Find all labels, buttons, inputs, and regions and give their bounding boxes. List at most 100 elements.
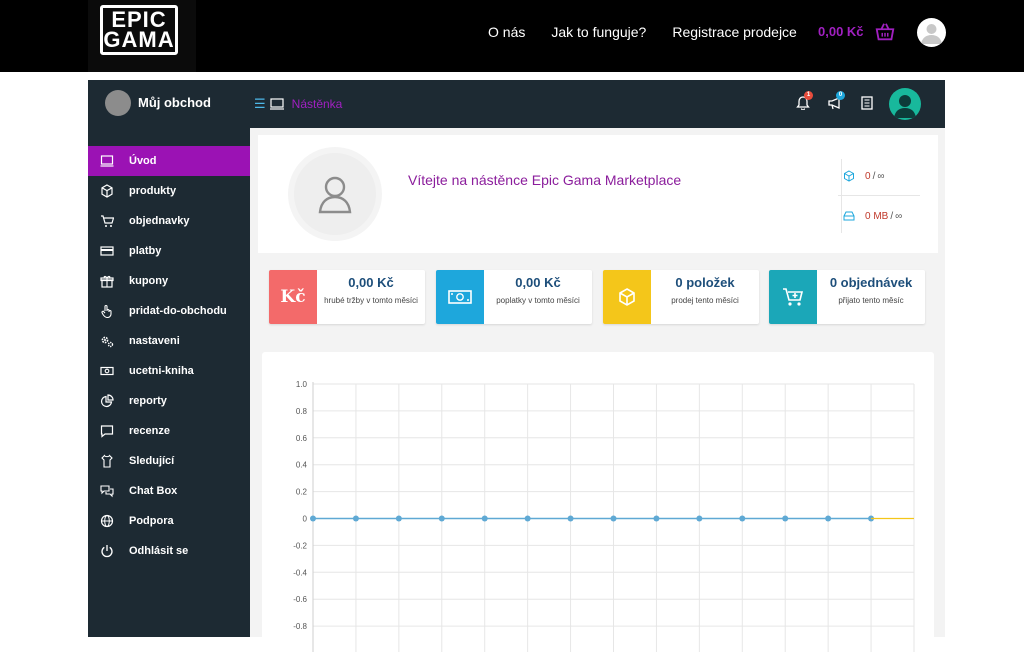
sidebar-item-chat-box[interactable]: Chat Box	[88, 476, 250, 506]
product-quota-limit: ∞	[877, 170, 885, 182]
y-tick-label: 0.2	[296, 488, 308, 497]
nav-link-vendor-registration[interactable]: Registrace prodejce	[672, 24, 797, 40]
data-point	[395, 515, 402, 522]
data-point	[825, 515, 832, 522]
sidebar-item-label: produkty	[129, 185, 177, 197]
sidebar-item-sledující[interactable]: Sledující	[88, 446, 250, 476]
card-label: poplatky v tomto měsíci	[496, 296, 580, 305]
dashboard-icon	[269, 98, 284, 110]
chat-icon	[100, 484, 114, 498]
data-point	[696, 515, 703, 522]
globe-icon	[100, 514, 114, 528]
main-content: Vítejte na nástěnce Epic Gama Marketplac…	[250, 128, 945, 652]
card-value: 0,00 Kč	[515, 275, 561, 290]
y-tick-label: 0	[303, 515, 308, 524]
sales-line-chart: 1.0 0.8 0.6 0.4 0.2 0 -0.2 -0.4 -0.6 -0.8	[293, 380, 915, 652]
cart-total[interactable]: 0,00 Kč	[818, 24, 864, 39]
sidebar-item-label: ucetni-kniha	[129, 365, 194, 377]
sidebar-item-kupony[interactable]: kupony	[88, 266, 250, 296]
sidebar-item-label: Podpora	[129, 515, 174, 527]
top-navigation: O nás Jak to funguje? Registrace prodejc…	[488, 0, 823, 64]
book-icon	[861, 96, 873, 110]
sidebar-item-podpora[interactable]: Podpora	[88, 506, 250, 536]
sidebar-item-produkty[interactable]: produkty	[88, 176, 250, 206]
nav-link-how-it-works[interactable]: Jak to funguje?	[551, 24, 646, 40]
power-icon	[100, 544, 114, 558]
breadcrumb-current: Nástěnka	[291, 97, 343, 111]
site-header: EPIC GAMA O nás Jak to funguje? Registra…	[0, 0, 1024, 72]
sidebar-item-label: objednavky	[129, 215, 190, 227]
sidebar-item-label: nastaveni	[129, 335, 180, 347]
sidebar-item-pridat-do-obchodu[interactable]: pridat-do-obchodu	[88, 296, 250, 326]
pie-chart-icon	[100, 394, 114, 408]
card-value: 0 objednávek	[829, 275, 913, 290]
site-logo[interactable]: EPIC GAMA	[88, 0, 196, 72]
user-outline-icon	[318, 176, 352, 214]
shop-logo[interactable]	[105, 90, 131, 116]
card-label: hrubé tržby v tomto měsíci	[324, 296, 418, 305]
data-point	[438, 515, 445, 522]
product-quota-used: 0	[865, 170, 871, 182]
sidebar-item-label: Úvod	[129, 155, 157, 167]
card-fees[interactable]: 0,00 Kč poplatky v tomto měsíci	[436, 270, 592, 324]
y-tick-label: 0.6	[296, 434, 308, 443]
user-silhouette-icon	[921, 24, 942, 44]
data-point	[739, 515, 746, 522]
y-tick-label: -0.6	[293, 595, 307, 604]
welcome-title: Vítejte na nástěnce Epic Gama Marketplac…	[408, 172, 682, 188]
menu-toggle-icon[interactable]: ☰	[254, 96, 266, 112]
sidebar-item-platby[interactable]: platby	[88, 236, 250, 266]
storage-quota-used: 0 MB	[865, 210, 889, 222]
logo-mark: EPIC GAMA	[100, 5, 178, 55]
shop-name[interactable]: Můj obchod	[138, 95, 211, 110]
vendor-avatar[interactable]	[889, 88, 921, 120]
cube-icon	[100, 184, 114, 198]
sidebar-item-odhlásit-se[interactable]: Odhlásit se	[88, 536, 250, 566]
quota-separator-line	[838, 195, 920, 196]
y-tick-label: 0.8	[296, 407, 308, 416]
announcements-button[interactable]: 0	[828, 91, 845, 112]
sidebar-item-recenze[interactable]: recenze	[88, 416, 250, 446]
sidebar-item-úvod[interactable]: Úvod	[88, 146, 250, 176]
sidebar-item-ucetni-kniha[interactable]: ucetni-kniha	[88, 356, 250, 386]
dashboard-header: Můj obchod ☰ Nástěnka 1 0	[88, 80, 945, 128]
user-silhouette-icon	[894, 95, 916, 118]
data-point	[610, 515, 617, 522]
sales-chart-panel: 1.0 0.8 0.6 0.4 0.2 0 -0.2 -0.4 -0.6 -0.8	[262, 352, 934, 652]
cube-icon	[844, 170, 854, 182]
vendor-dashboard: Můj obchod ☰ Nástěnka 1 0 Úvod produkty …	[88, 80, 945, 652]
y-tick-label: -0.8	[293, 622, 307, 631]
help-docs-button[interactable]	[861, 96, 877, 112]
sidebar-item-reporty[interactable]: reporty	[88, 386, 250, 416]
dashboard-icon	[100, 154, 114, 168]
nav-link-about[interactable]: O nás	[488, 24, 525, 40]
sidebar-item-label: Chat Box	[129, 485, 178, 497]
money-bill-icon	[100, 364, 114, 378]
basket-icon[interactable]	[874, 21, 896, 43]
sidebar-item-nastaveni[interactable]: nastaveni	[88, 326, 250, 356]
user-avatar[interactable]	[917, 18, 946, 47]
card-value: 0 položek	[675, 275, 735, 290]
card-orders[interactable]: 0 objednávek přijato tento měsíc	[769, 270, 925, 324]
vendor-profile-picture[interactable]	[288, 147, 382, 241]
announcements-badge: 0	[836, 91, 845, 100]
y-tick-label: 0.4	[296, 461, 308, 470]
notifications-button[interactable]: 1	[796, 91, 813, 112]
card-label: prodej tento měsíci	[671, 296, 739, 305]
card-gross-sales[interactable]: Kč 0,00 Kč hrubé tržby v tomto měsíci	[269, 270, 425, 324]
welcome-panel: Vítejte na nástěnce Epic Gama Marketplac…	[258, 135, 938, 253]
card-label: přijato tento měsíc	[838, 296, 904, 305]
data-point	[481, 515, 488, 522]
currency-kc-icon: Kč	[269, 270, 317, 324]
sidebar-item-objednavky[interactable]: objednavky	[88, 206, 250, 236]
card-items-sold[interactable]: 0 položek prodej tento měsíci	[603, 270, 759, 324]
credit-card-icon	[100, 244, 114, 258]
cart-icon	[100, 214, 114, 228]
card-value: 0,00 Kč	[348, 275, 394, 290]
data-point	[352, 515, 359, 522]
cube-icon	[603, 270, 651, 324]
comment-icon	[100, 424, 114, 438]
sidebar-item-label: reporty	[129, 395, 167, 407]
y-tick-label: -0.2	[293, 541, 307, 550]
gears-icon	[100, 334, 114, 348]
